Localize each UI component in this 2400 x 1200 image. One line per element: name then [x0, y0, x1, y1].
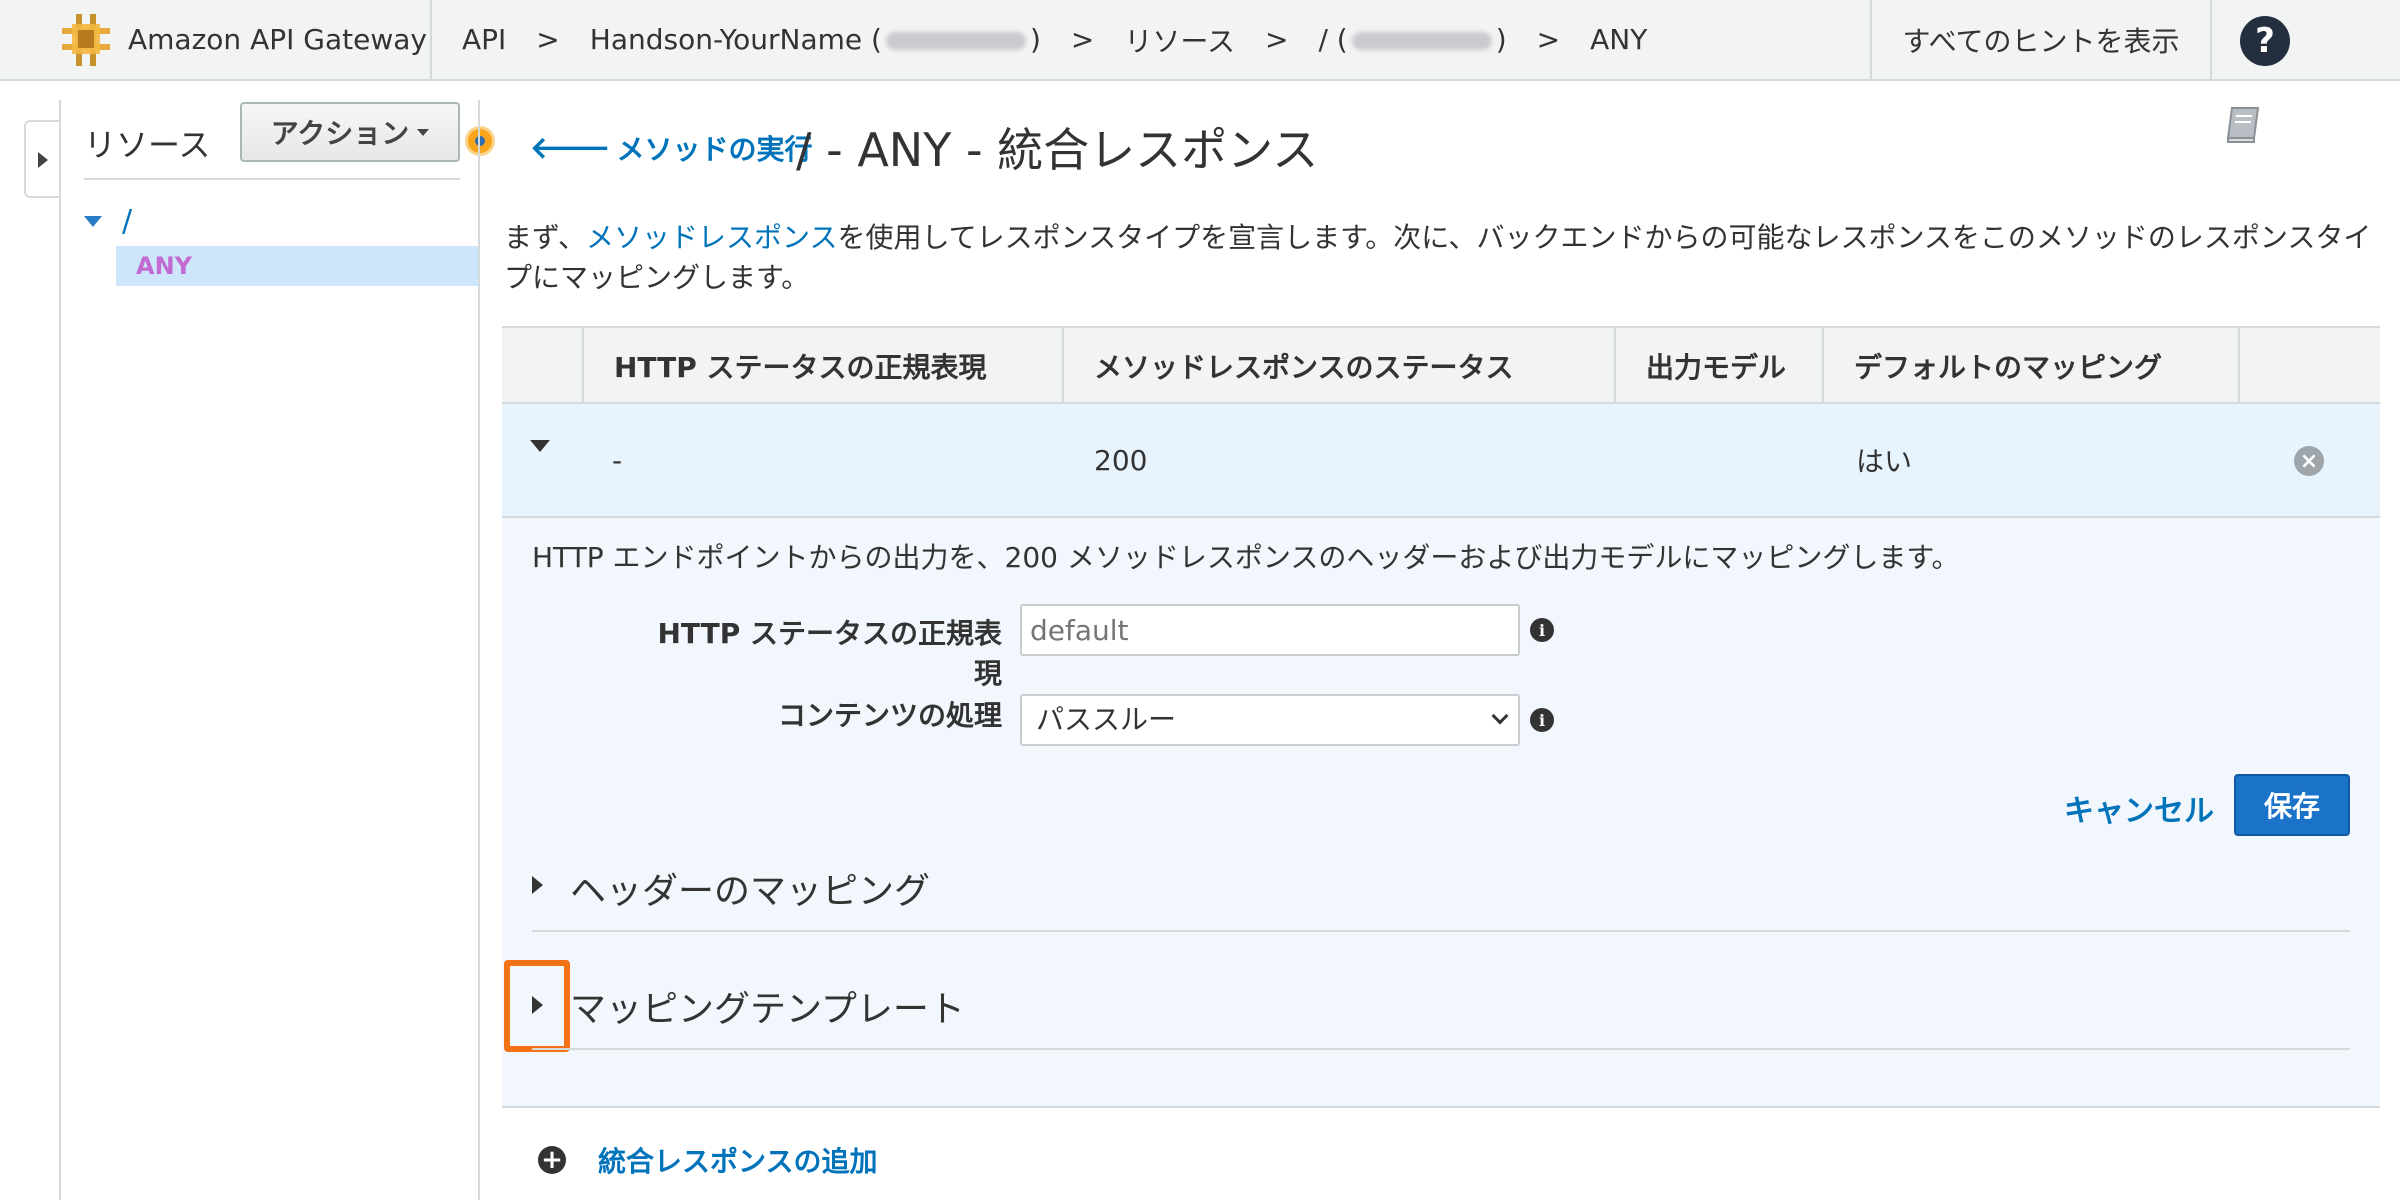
caret-down-icon[interactable]: [84, 216, 102, 227]
add-response-label: 統合レスポンスの追加: [598, 1145, 878, 1178]
table-header: HTTP ステータスの正規表現 メソッドレスポンスのステータス 出力モデル デフ…: [502, 326, 2380, 404]
header-regex: HTTP ステータスの正規表現: [582, 328, 1062, 404]
table-row[interactable]: - 200 はい ×: [502, 404, 2380, 518]
navigation-expand-button[interactable]: [24, 120, 60, 198]
info-icon[interactable]: i: [1530, 708, 1554, 732]
header-method-status: メソッドレスポンスのステータス: [1062, 328, 1614, 404]
documentation-book-icon[interactable]: [2224, 104, 2264, 144]
method-execution-back-link[interactable]: 🡐 メソッドの実行: [530, 128, 812, 168]
row-default: はい: [1856, 445, 1913, 478]
caret-right-icon[interactable]: [532, 876, 543, 894]
brand-name: Amazon API Gateway: [128, 23, 427, 56]
rail-divider: [59, 100, 61, 1200]
resources-title: リソース: [84, 126, 211, 164]
section-divider: [532, 1048, 2350, 1050]
page-title: / - ANY - 統合レスポンス: [796, 123, 1319, 177]
breadcrumb-separator: >: [1264, 23, 1289, 56]
help-icon[interactable]: ?: [2240, 16, 2290, 66]
breadcrumb-separator: >: [536, 23, 560, 56]
section-divider: [532, 930, 2350, 932]
caret-down-icon: [417, 128, 430, 136]
actions-dropdown-button[interactable]: アクション: [240, 102, 460, 162]
resource-tree-root[interactable]: /: [84, 204, 132, 239]
highlight-box: [504, 960, 570, 1052]
redacted-resource-id: [1351, 32, 1492, 50]
caret-down-icon[interactable]: [530, 440, 550, 452]
response-detail-panel: HTTP エンドポイントからの出力を、200 メソッドレスポンスのヘッダーおよび…: [502, 518, 2380, 1108]
header-output-model: 出力モデル: [1614, 328, 1822, 404]
plus-circle-icon: +: [538, 1146, 566, 1174]
back-link-label: メソッドの実行: [616, 133, 813, 166]
api-gateway-logo-icon: [62, 13, 110, 66]
resources-divider: [84, 178, 460, 180]
detail-description: HTTP エンドポイントからの出力を、200 メソッドレスポンスのヘッダーおよび…: [532, 541, 1960, 574]
top-navigation-bar: Amazon API Gateway API > Handson-YourNam…: [0, 0, 2400, 81]
content-handling-value: パススルー: [1036, 703, 1177, 736]
breadcrumb-api[interactable]: API: [462, 23, 506, 56]
brand[interactable]: Amazon API Gateway: [0, 0, 432, 79]
method-response-link[interactable]: メソッドレスポンス: [586, 221, 837, 254]
caret-right-icon: [38, 152, 48, 168]
redacted-api-id: [885, 32, 1026, 50]
row-regex: -: [612, 443, 623, 477]
breadcrumb-resources[interactable]: リソース: [1124, 20, 1235, 60]
resource-method-any[interactable]: ANY: [116, 246, 480, 286]
content-handling-label: コンテンツの処理: [777, 699, 1002, 732]
save-button[interactable]: 保存: [2234, 774, 2350, 836]
remove-circle-icon[interactable]: ×: [2294, 446, 2324, 476]
mapping-templates-section[interactable]: マッピングテンプレート: [570, 980, 965, 1032]
actions-label: アクション: [270, 117, 410, 150]
arrow-left-icon: 🡐: [530, 131, 611, 166]
row-status: 200: [1094, 443, 1148, 477]
header-default-mapping: デフォルトのマッピング: [1822, 328, 2238, 404]
breadcrumb-method[interactable]: ANY: [1590, 23, 1647, 56]
info-icon[interactable]: i: [1530, 618, 1554, 642]
content-handling-select[interactable]: パススルー: [1020, 694, 1520, 746]
breadcrumb-api-name-prefix: Handson-YourName (: [589, 23, 882, 56]
breadcrumb-api-name-suffix: ): [1029, 23, 1041, 56]
header-mapping-section[interactable]: ヘッダーのマッピング: [570, 862, 930, 914]
panel-divider: [478, 100, 480, 1200]
integration-response-table: HTTP ステータスの正規表現 メソッドレスポンスのステータス 出力モデル デフ…: [502, 326, 2380, 518]
breadcrumb-resource-prefix: / (: [1318, 23, 1348, 56]
show-all-hints-button[interactable]: すべてのヒントを表示: [1870, 0, 2212, 79]
hint-marker-icon[interactable]: [465, 126, 495, 156]
add-integration-response-link[interactable]: + 統合レスポンスの追加: [538, 1140, 877, 1180]
breadcrumb-resource[interactable]: / (): [1318, 23, 1506, 56]
intro-text: まず、メソッドレスポンスを使用してレスポンスタイプを宣言します。次に、バックエン…: [504, 218, 2384, 298]
breadcrumb-separator: >: [1536, 23, 1561, 56]
breadcrumb-api-name[interactable]: Handson-YourName (): [590, 23, 1041, 56]
resource-root-label: /: [122, 204, 133, 239]
regex-field-label: HTTP ステータスの正規表現: [657, 617, 1002, 690]
header-expand-column: [502, 328, 582, 404]
breadcrumb-resource-suffix: ): [1495, 23, 1507, 56]
header-actions-column: [2238, 328, 2380, 404]
breadcrumb: API > Handson-YourName () > リソース > / () …: [462, 0, 1647, 79]
intro-before: まず、: [504, 221, 587, 254]
regex-input[interactable]: [1020, 604, 1520, 656]
chevron-down-icon: [1491, 707, 1509, 725]
cancel-button[interactable]: キャンセル: [2064, 786, 2214, 830]
breadcrumb-separator: >: [1070, 23, 1095, 56]
